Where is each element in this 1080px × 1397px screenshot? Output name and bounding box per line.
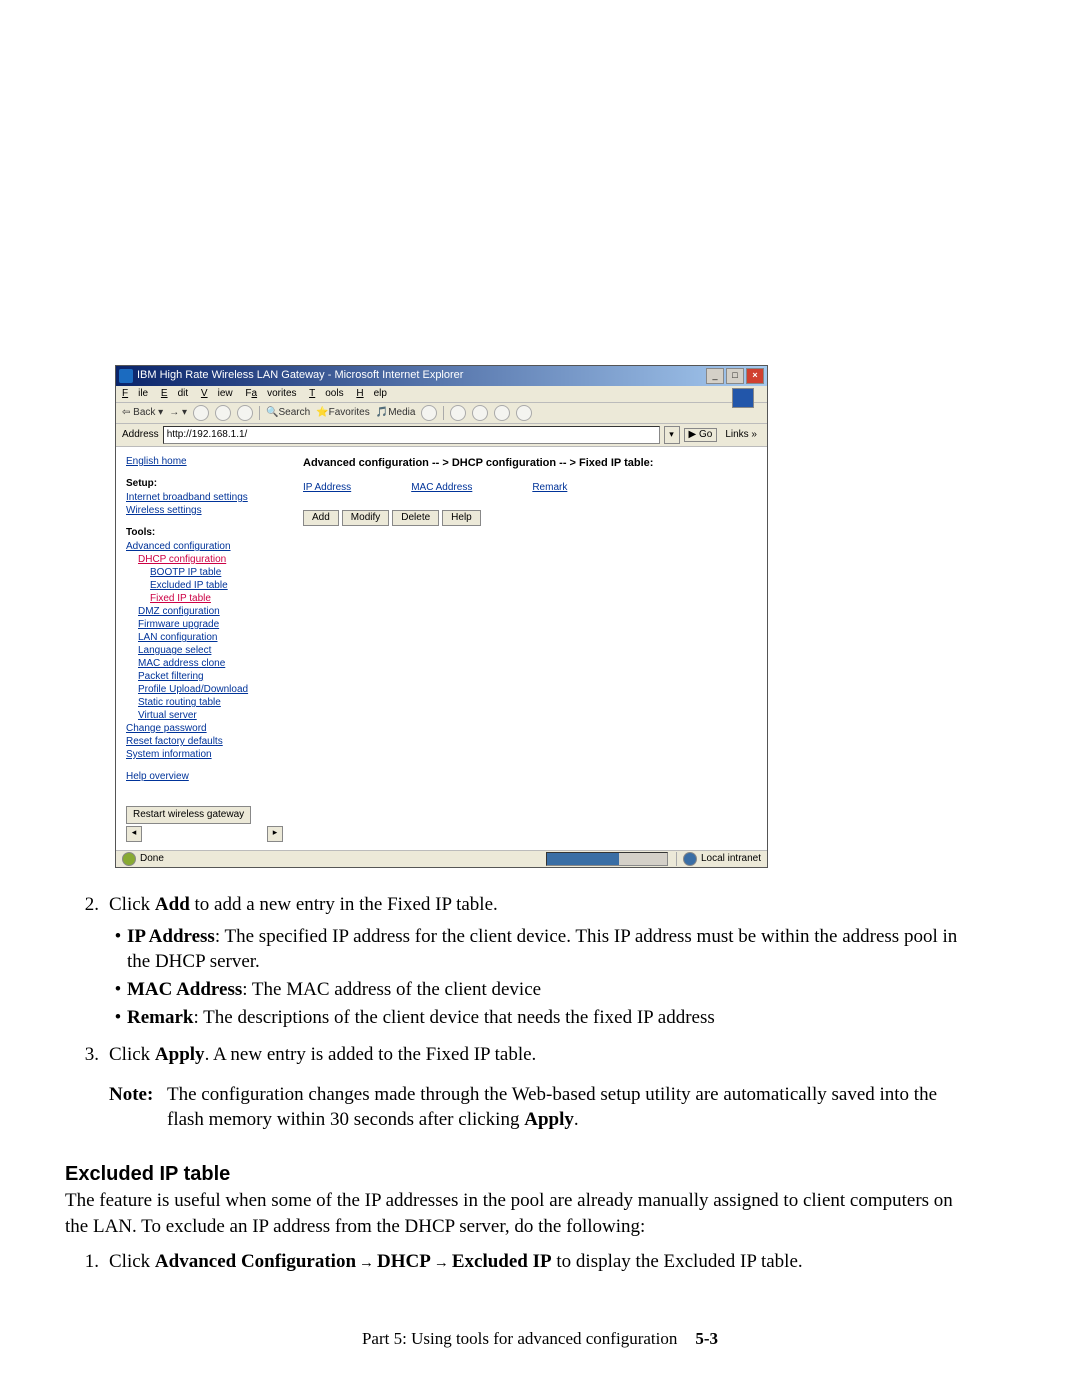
discuss-icon[interactable] — [516, 405, 532, 421]
link-wireless[interactable]: Wireless settings — [126, 505, 283, 517]
arrow-icon: → — [356, 1254, 377, 1271]
menu-view[interactable]: View — [201, 388, 233, 399]
col-ip[interactable]: IP Address — [303, 482, 351, 494]
ie-throbber-icon — [732, 388, 754, 408]
note: Note: The configuration changes made thr… — [109, 1082, 965, 1133]
breadcrumb: Advanced configuration -- > DHCP configu… — [303, 457, 755, 470]
sidebar: English home Setup: Internet broadband s… — [116, 447, 291, 850]
done-icon — [122, 852, 136, 866]
stop-icon[interactable] — [193, 405, 209, 421]
zone-icon — [683, 852, 697, 866]
document-body: 2. Click Add to add a new entry in the F… — [115, 892, 965, 1275]
link-excluded[interactable]: Excluded IP table — [150, 580, 283, 592]
main-panel: Advanced configuration -- > DHCP configu… — [291, 447, 767, 850]
link-broadband[interactable]: Internet broadband settings — [126, 492, 283, 504]
excluded-heading: Excluded IP table — [65, 1161, 965, 1188]
table-header: IP Address MAC Address Remark — [303, 482, 755, 494]
minimize-button[interactable]: _ — [706, 368, 724, 384]
zone-text: Local intranet — [701, 853, 761, 865]
link-reset[interactable]: Reset factory defaults — [126, 736, 283, 748]
excluded-para: The feature is useful when some of the I… — [65, 1188, 965, 1239]
link-static[interactable]: Static routing table — [138, 697, 283, 709]
window-title: IBM High Rate Wireless LAN Gateway - Mic… — [137, 369, 463, 382]
menu-file[interactable]: File — [122, 388, 148, 399]
address-bar: Address http://192.168.1.1/ ▾ ▶ Go Links… — [116, 424, 767, 447]
print-icon[interactable] — [472, 405, 488, 421]
go-button[interactable]: ▶ Go — [684, 428, 718, 442]
modify-button[interactable]: Modify — [342, 510, 389, 526]
address-input[interactable]: http://192.168.1.1/ — [163, 426, 660, 444]
address-label: Address — [122, 429, 159, 441]
page-footer: Part 5: Using tools for advanced configu… — [0, 1329, 1080, 1349]
history-icon[interactable] — [421, 405, 437, 421]
link-home[interactable]: English home — [126, 456, 283, 468]
scroll-right[interactable]: ▸ — [267, 826, 283, 842]
link-advanced[interactable]: Advanced configuration — [126, 541, 283, 553]
link-help[interactable]: Help overview — [126, 771, 283, 783]
link-macclone[interactable]: MAC address clone — [138, 658, 283, 670]
link-profile[interactable]: Profile Upload/Download — [138, 684, 283, 696]
links-button[interactable]: Links » — [721, 429, 761, 441]
link-lan[interactable]: LAN configuration — [138, 632, 283, 644]
step-3: 3. Click Apply. A new entry is added to … — [71, 1042, 965, 1133]
menu-tools[interactable]: Tools — [309, 388, 343, 399]
menu-favorites[interactable]: Favorites — [245, 388, 296, 399]
link-packet[interactable]: Packet filtering — [138, 671, 283, 683]
arrow-icon: → — [431, 1254, 452, 1271]
excluded-step-1: 1. Click Advanced Configuration→DHCP→Exc… — [71, 1249, 965, 1275]
col-remark[interactable]: Remark — [532, 482, 567, 494]
status-bar: Done Local intranet — [116, 850, 767, 867]
maximize-button[interactable]: □ — [726, 368, 744, 384]
link-dmz[interactable]: DMZ configuration — [138, 606, 283, 618]
menu-bar: File Edit View Favorites Tools Help — [116, 386, 767, 403]
delete-button[interactable]: Delete — [392, 510, 439, 526]
link-sysinfo[interactable]: System information — [126, 749, 283, 761]
bullet-ip: IP Address: The specified IP address for… — [109, 924, 965, 975]
embedded-screenshot: IBM High Rate Wireless LAN Gateway - Mic… — [115, 365, 965, 868]
status-text: Done — [140, 853, 164, 865]
link-dhcp[interactable]: DHCP configuration — [138, 554, 283, 566]
refresh-icon[interactable] — [215, 405, 231, 421]
search-button[interactable]: 🔍Search — [266, 407, 310, 419]
scroll-left[interactable]: ◂ — [126, 826, 142, 842]
bullet-mac: MAC Address: The MAC address of the clie… — [109, 977, 965, 1003]
forward-button[interactable]: → ▾ — [169, 407, 187, 419]
bullet-remark: Remark: The descriptions of the client d… — [109, 1005, 965, 1031]
link-password[interactable]: Change password — [126, 723, 283, 735]
col-mac[interactable]: MAC Address — [411, 482, 472, 494]
link-bootp[interactable]: BOOTP IP table — [150, 567, 283, 579]
tools-header: Tools: — [126, 527, 283, 539]
window-titlebar: IBM High Rate Wireless LAN Gateway - Mic… — [116, 366, 767, 386]
favorites-button[interactable]: ⭐Favorites — [316, 407, 370, 419]
link-fixed[interactable]: Fixed IP table — [150, 593, 283, 605]
step-2: 2. Click Add to add a new entry in the F… — [71, 892, 965, 1038]
home-icon[interactable] — [237, 405, 253, 421]
link-virtual[interactable]: Virtual server — [138, 710, 283, 722]
address-dropdown[interactable]: ▾ — [664, 426, 680, 444]
add-button[interactable]: Add — [303, 510, 339, 526]
edit-icon[interactable] — [494, 405, 510, 421]
restart-button[interactable]: Restart wireless gateway — [126, 806, 251, 824]
setup-header: Setup: — [126, 478, 283, 490]
menu-edit[interactable]: Edit — [161, 388, 188, 399]
link-firmware[interactable]: Firmware upgrade — [138, 619, 283, 631]
back-button[interactable]: ⇦ Back ▾ — [122, 407, 163, 419]
progress-bar — [546, 852, 668, 866]
menu-help[interactable]: Help — [356, 388, 387, 399]
ie-icon — [119, 369, 133, 383]
close-button[interactable]: × — [746, 368, 764, 384]
help-button[interactable]: Help — [442, 510, 481, 526]
link-language[interactable]: Language select — [138, 645, 283, 657]
media-button[interactable]: 🎵Media — [376, 407, 416, 419]
mail-icon[interactable] — [450, 405, 466, 421]
toolbar: ⇦ Back ▾ → ▾ 🔍Search ⭐Favorites 🎵Media — [116, 403, 767, 424]
